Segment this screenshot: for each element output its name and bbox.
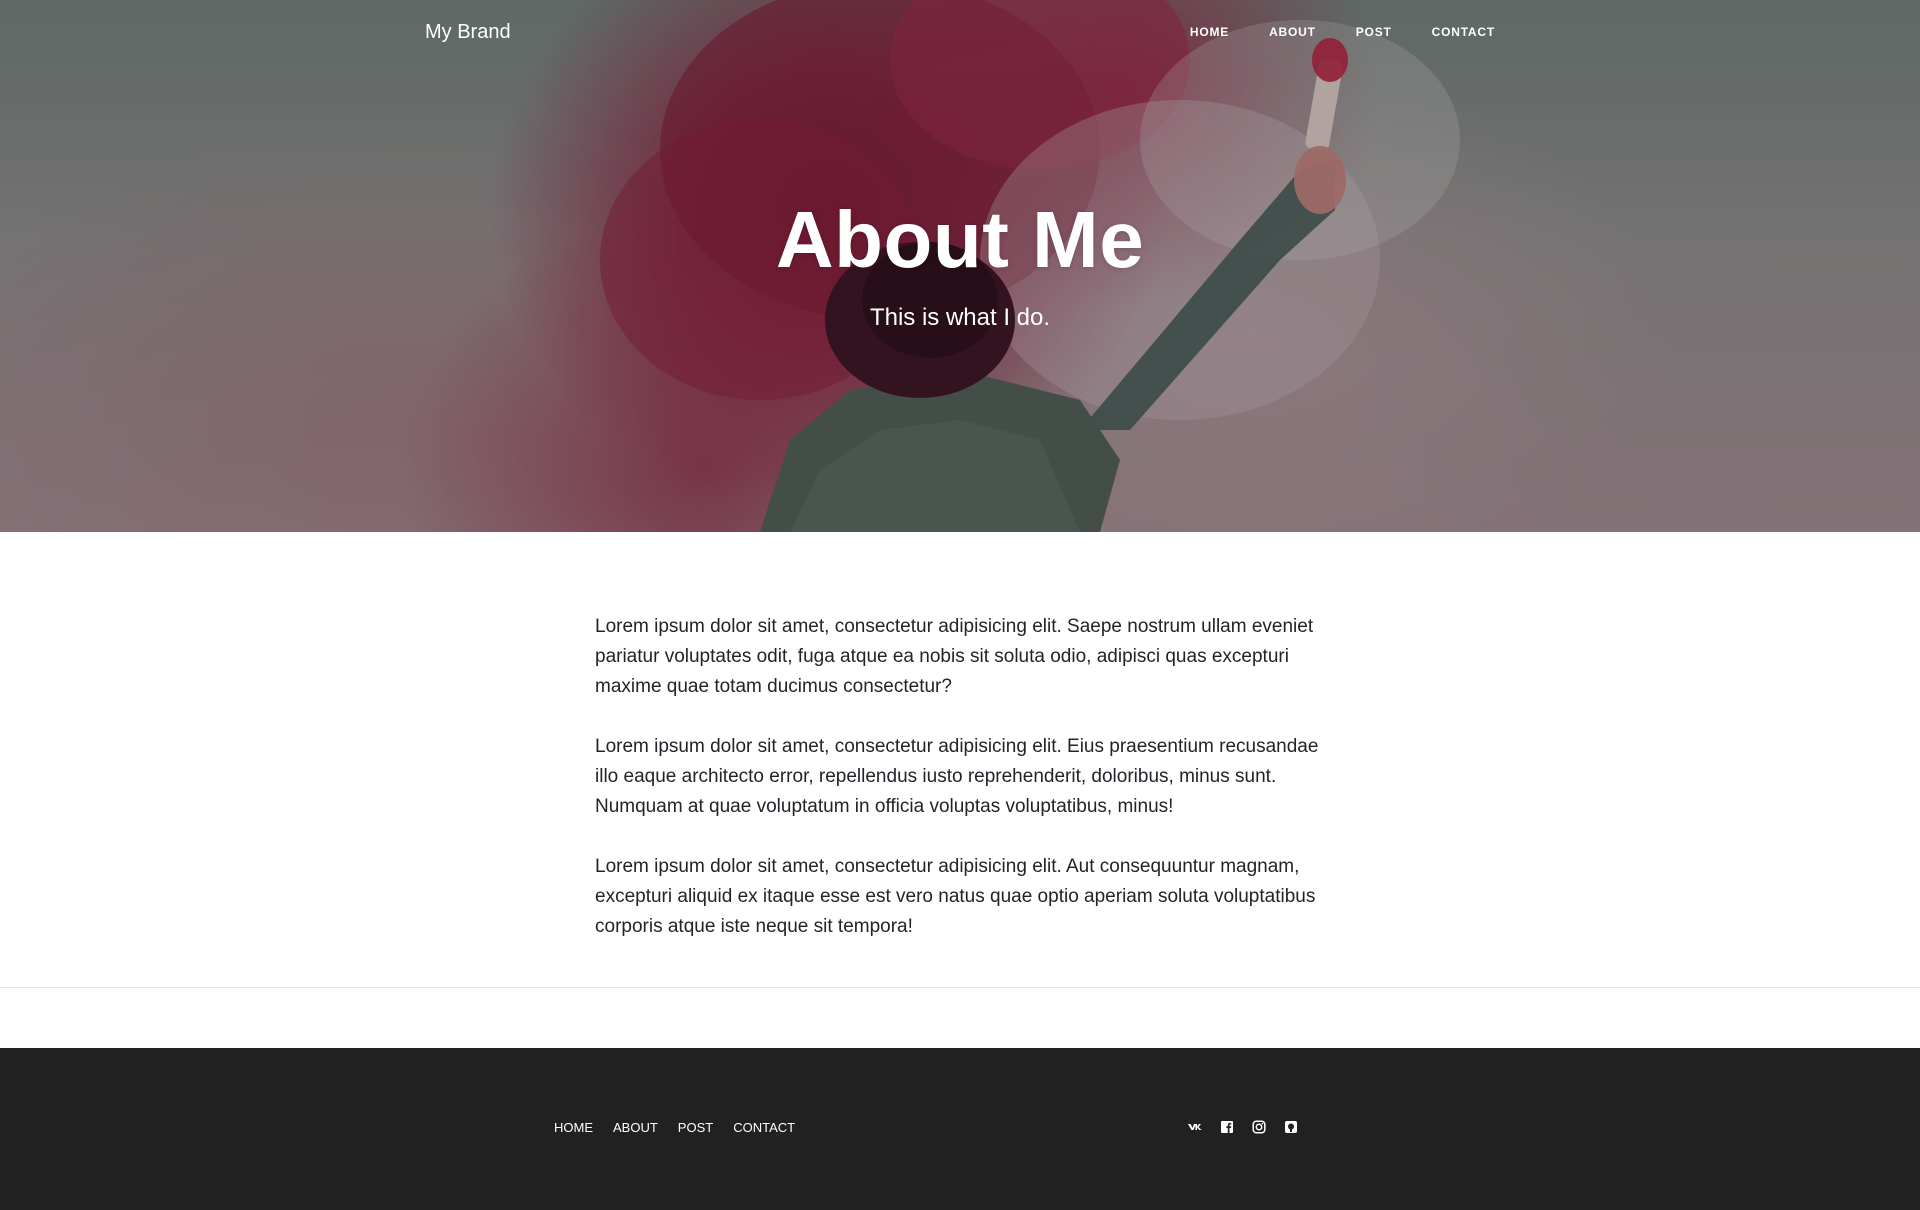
nav-links: HOME ABOUT POST CONTACT bbox=[1170, 25, 1495, 39]
section-divider bbox=[0, 987, 1920, 988]
page-footer: HOME ABOUT POST CONTACT bbox=[0, 1048, 1920, 1210]
top-navbar: My Brand HOME ABOUT POST CONTACT bbox=[0, 0, 1920, 66]
page-subtitle: This is what I do. bbox=[869, 304, 1051, 331]
nav-link-contact[interactable]: CONTACT bbox=[1412, 25, 1495, 39]
footer-links: HOME ABOUT POST CONTACT bbox=[554, 1120, 815, 1135]
facebook-icon[interactable] bbox=[1220, 1120, 1234, 1134]
nav-link-post[interactable]: POST bbox=[1336, 25, 1412, 39]
brand-logo[interactable]: My Brand bbox=[425, 21, 511, 44]
about-content: Lorem ipsum dolor sit amet, consectetur … bbox=[595, 612, 1325, 972]
social-links bbox=[1188, 1120, 1298, 1134]
content-paragraph: Lorem ipsum dolor sit amet, consectetur … bbox=[595, 616, 1314, 697]
nav-link-about[interactable]: ABOUT bbox=[1249, 25, 1336, 39]
github-icon[interactable] bbox=[1284, 1120, 1298, 1134]
footer-link-about[interactable]: ABOUT bbox=[613, 1120, 658, 1135]
nav-link-home[interactable]: HOME bbox=[1170, 25, 1249, 39]
footer-link-home[interactable]: HOME bbox=[554, 1120, 593, 1135]
vk-icon[interactable] bbox=[1188, 1120, 1202, 1134]
footer-link-contact[interactable]: CONTACT bbox=[733, 1120, 795, 1135]
hero-heading: About Me This is what I do. bbox=[0, 200, 1920, 332]
hero-section: My Brand HOME ABOUT POST CONTACT About M… bbox=[0, 0, 1920, 532]
page-title: About Me bbox=[775, 195, 1145, 284]
content-paragraph: Lorem ipsum dolor sit amet, consectetur … bbox=[595, 856, 1316, 937]
instagram-icon[interactable] bbox=[1252, 1120, 1266, 1134]
footer-link-post[interactable]: POST bbox=[678, 1120, 713, 1135]
content-paragraph: Lorem ipsum dolor sit amet, consectetur … bbox=[595, 736, 1319, 817]
